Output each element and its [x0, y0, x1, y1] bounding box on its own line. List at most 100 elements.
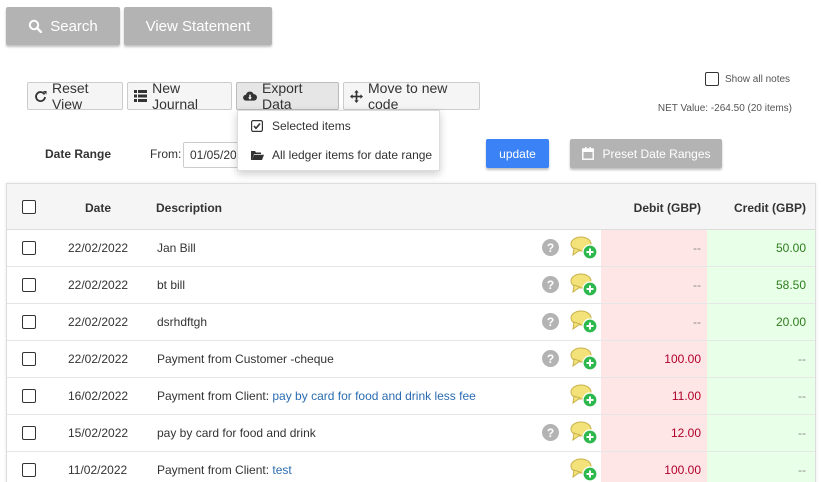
- checkbox-checked-icon: [250, 119, 264, 133]
- add-note-icon[interactable]: [570, 383, 598, 409]
- row-checkbox[interactable]: [22, 426, 36, 440]
- show-notes-checkbox[interactable]: [705, 72, 719, 86]
- row-debit: 100.00: [664, 352, 701, 366]
- add-note-icon[interactable]: [570, 420, 598, 446]
- debit-cell: [601, 230, 707, 266]
- preset-date-ranges-button[interactable]: Preset Date Ranges: [570, 139, 722, 168]
- add-note-icon[interactable]: [570, 309, 598, 335]
- row-date: 22/02/2022: [68, 352, 129, 366]
- from-date-input[interactable]: [183, 142, 243, 168]
- row-description: bt bill: [157, 278, 185, 292]
- add-note-icon[interactable]: [570, 235, 598, 261]
- export-selected-items[interactable]: Selected items: [250, 119, 351, 133]
- ledger-table: Date Description Debit (GBP) Credit (GBP…: [6, 183, 816, 482]
- row-description: pay by card for food and drink: [157, 426, 316, 440]
- date-range-label: Date Range: [45, 147, 112, 161]
- export-dropdown-menu: Selected items All ledger items for date…: [237, 110, 440, 171]
- row-checkbox[interactable]: [22, 463, 36, 477]
- header-description[interactable]: Description: [156, 201, 222, 215]
- search-icon: [28, 19, 43, 33]
- from-label: From:: [150, 147, 182, 161]
- update-button[interactable]: update: [486, 139, 549, 168]
- table-row[interactable]: 16/02/2022 Payment from Client: pay by ca…: [7, 378, 815, 415]
- row-date: 22/02/2022: [68, 315, 129, 329]
- view-statement-label: View Statement: [145, 17, 251, 35]
- row-checkbox[interactable]: [22, 315, 36, 329]
- row-description: Payment from Customer -cheque: [157, 352, 334, 366]
- row-description-text: Payment from Customer -cheque: [157, 352, 334, 366]
- export-all-ledger-items[interactable]: All ledger items for date range: [250, 148, 432, 162]
- show-notes-label: Show all notes: [725, 73, 791, 85]
- row-description-link[interactable]: test: [272, 463, 291, 477]
- row-description-text: Payment from Client:: [157, 463, 273, 477]
- row-credit: --: [798, 352, 806, 366]
- export-data-button[interactable]: Export Data: [236, 80, 339, 112]
- header-credit[interactable]: Credit (GBP): [734, 201, 806, 215]
- add-note-icon[interactable]: [570, 272, 598, 298]
- table-row[interactable]: 22/02/2022 bt bill? -- 58.50: [7, 267, 815, 304]
- row-debit: 100.00: [664, 463, 701, 477]
- row-description-link[interactable]: pay by card for food and drink less fee: [272, 389, 475, 403]
- help-icon[interactable]: ?: [542, 239, 559, 256]
- net-value: NET Value: -264.50 (20 items): [657, 103, 792, 114]
- header-debit[interactable]: Debit (GBP): [634, 201, 701, 215]
- debit-cell: [601, 304, 707, 340]
- row-date: 22/02/2022: [68, 278, 129, 292]
- help-icon[interactable]: ?: [542, 350, 559, 367]
- row-date: 15/02/2022: [68, 426, 129, 440]
- table-row[interactable]: 22/02/2022 Payment from Customer -cheque?…: [7, 341, 815, 378]
- search-button-label: Search: [50, 17, 98, 35]
- row-debit: --: [693, 315, 701, 329]
- row-checkbox[interactable]: [22, 352, 36, 366]
- row-debit: --: [693, 241, 701, 255]
- table-row[interactable]: 22/02/2022 Jan Bill? -- 50.00: [7, 230, 815, 267]
- row-description-text: Jan Bill: [157, 241, 196, 255]
- row-checkbox[interactable]: [22, 278, 36, 292]
- row-credit: 58.50: [775, 278, 806, 292]
- add-note-icon[interactable]: [570, 457, 598, 482]
- table-header: Date Description Debit (GBP) Credit (GBP…: [7, 184, 815, 230]
- preset-label: Preset Date Ranges: [602, 146, 711, 161]
- row-checkbox[interactable]: [22, 241, 36, 255]
- view-statement-button[interactable]: View Statement: [124, 7, 272, 45]
- table-row[interactable]: 11/02/2022 Payment from Client: test 100.0…: [7, 452, 815, 482]
- row-checkbox[interactable]: [22, 389, 36, 403]
- move-to-new-code-button[interactable]: Move to new code: [343, 80, 480, 112]
- cloud-download-icon: [243, 89, 257, 103]
- table-row[interactable]: 22/02/2022 dsrhdftgh? -- 20.00: [7, 304, 815, 341]
- row-debit: 12.00: [670, 426, 701, 440]
- export-selected-items-label: Selected items: [272, 119, 351, 133]
- row-credit: --: [798, 463, 806, 477]
- list-icon: [134, 89, 148, 103]
- export-data-label: Export Data: [262, 80, 303, 112]
- row-credit: --: [798, 426, 806, 440]
- row-credit: 20.00: [775, 315, 806, 329]
- calendar-icon: [581, 147, 595, 161]
- export-all-ledger-label: All ledger items for date range: [272, 148, 433, 162]
- new-journal-button[interactable]: New Journal: [127, 80, 232, 112]
- folder-open-icon: [250, 148, 264, 162]
- row-description-text: bt bill: [157, 278, 186, 292]
- search-button[interactable]: Search: [6, 7, 120, 45]
- help-icon[interactable]: ?: [542, 313, 559, 330]
- row-description: dsrhdftgh: [157, 315, 207, 329]
- help-icon[interactable]: ?: [542, 424, 559, 441]
- help-icon[interactable]: ?: [542, 276, 559, 293]
- refresh-icon: [34, 89, 47, 103]
- move-arrows-icon: [350, 89, 363, 103]
- row-description-text: dsrhdftgh: [157, 315, 208, 329]
- row-description-text: pay by card for food and drink: [157, 426, 316, 440]
- debit-cell: [601, 267, 707, 303]
- row-description: Jan Bill: [157, 241, 196, 255]
- show-all-notes[interactable]: Show all notes: [705, 72, 790, 86]
- reset-view-label: Reset View: [52, 80, 89, 112]
- select-all-checkbox[interactable]: [22, 200, 36, 214]
- row-date: 16/02/2022: [68, 389, 129, 403]
- header-date[interactable]: Date: [85, 201, 111, 215]
- add-note-icon[interactable]: [570, 346, 598, 372]
- reset-view-button[interactable]: Reset View: [27, 80, 123, 112]
- row-credit: --: [798, 389, 806, 403]
- new-journal-label: New Journal: [152, 80, 199, 112]
- row-debit: 11.00: [671, 389, 701, 403]
- table-row[interactable]: 15/02/2022 pay by card for food and drink…: [7, 415, 815, 452]
